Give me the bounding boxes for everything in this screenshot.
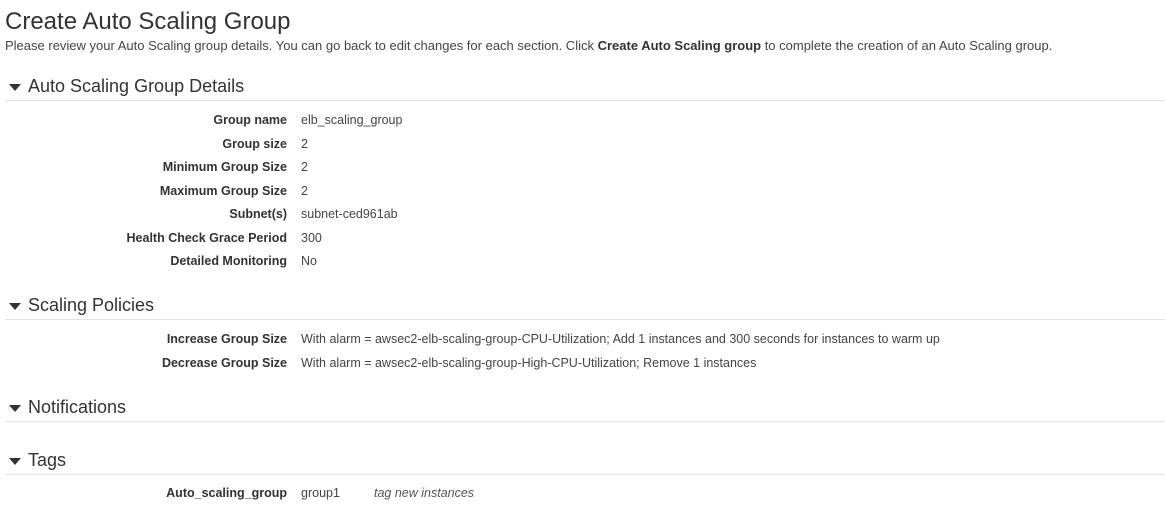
- policy-label: Increase Group Size: [166, 332, 287, 346]
- detail-value: 300: [301, 231, 322, 245]
- detail-label: Minimum Group Size: [162, 160, 287, 174]
- detail-label: Health Check Grace Period: [126, 231, 287, 245]
- policy-value: With alarm = awsec2-elb-scaling-group-CP…: [301, 332, 940, 346]
- tag-key: Auto_scaling_group: [166, 486, 287, 500]
- intro-text-emphasis: Create Auto Scaling group: [597, 38, 762, 53]
- section-title-details: Auto Scaling Group Details: [28, 76, 245, 96]
- section-title-notifications: Notifications: [28, 397, 127, 417]
- detail-label: Group name: [213, 113, 287, 127]
- tag-propagate-note: tag new instances: [374, 486, 475, 500]
- policy-label: Decrease Group Size: [161, 356, 287, 370]
- caret-down-icon: [9, 405, 21, 412]
- intro-text-start: Please review your Auto Scaling group de…: [5, 38, 598, 53]
- section-header-details[interactable]: Auto Scaling Group Details: [5, 76, 1165, 101]
- detail-value: subnet-ced961ab: [301, 207, 398, 221]
- section-title-tags: Tags: [28, 450, 67, 470]
- section-header-notifications[interactable]: Notifications: [5, 397, 1165, 422]
- section-header-policies[interactable]: Scaling Policies: [5, 295, 1165, 320]
- review-page: Create Auto Scaling Group Please review …: [0, 0, 1165, 514]
- detail-label: Maximum Group Size: [159, 184, 287, 198]
- detail-label: Detailed Monitoring: [170, 254, 287, 268]
- detail-value: elb_scaling_group: [301, 113, 403, 127]
- section-title-policies: Scaling Policies: [28, 295, 155, 315]
- intro-text-end: to complete the creation of an Auto Scal…: [761, 38, 1053, 53]
- policy-value: With alarm = awsec2-elb-scaling-group-Hi…: [301, 356, 757, 370]
- detail-value: No: [301, 254, 317, 268]
- caret-down-icon: [9, 84, 21, 91]
- tag-value: group1: [301, 486, 340, 500]
- detail-value: 2: [301, 160, 308, 174]
- caret-down-icon: [9, 303, 21, 310]
- section-header-tags[interactable]: Tags: [5, 450, 1165, 475]
- caret-down-icon: [9, 458, 21, 465]
- detail-label: Group size: [222, 137, 287, 151]
- detail-value: 2: [301, 184, 308, 198]
- intro-text: Please review your Auto Scaling group de…: [5, 38, 1052, 53]
- page-title: Create Auto Scaling Group: [5, 8, 291, 35]
- detail-value: 2: [301, 137, 308, 151]
- detail-label: Subnet(s): [229, 207, 287, 221]
